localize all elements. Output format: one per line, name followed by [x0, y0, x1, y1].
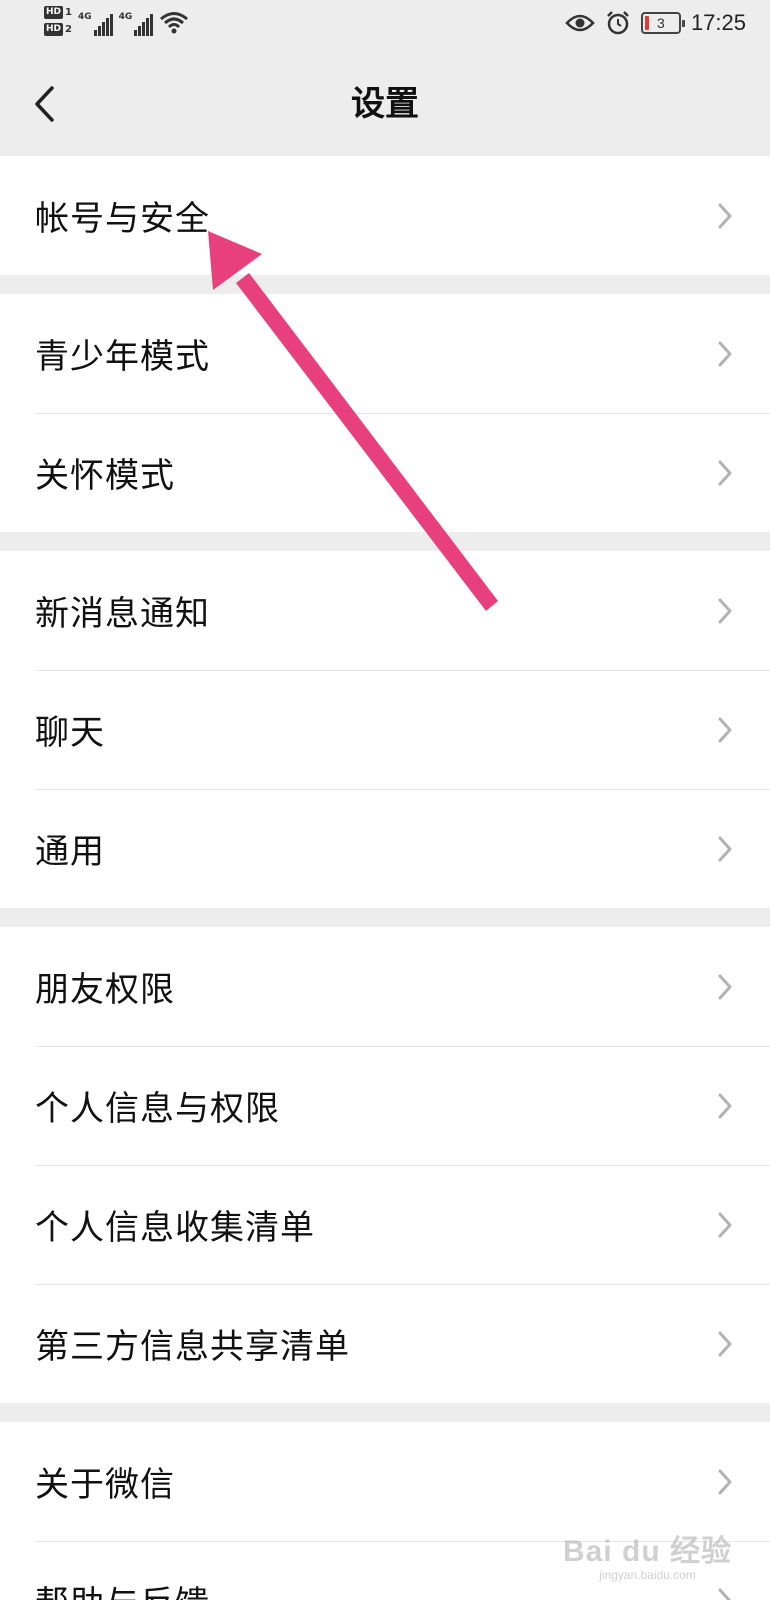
settings-group: 青少年模式 关怀模式 [0, 294, 770, 532]
menu-item-general[interactable]: 通用 [0, 789, 770, 908]
menu-item-about-wechat[interactable]: 关于微信 [0, 1422, 770, 1541]
menu-item-care-mode[interactable]: 关怀模式 [0, 413, 770, 532]
menu-item-label: 朋友权限 [35, 970, 175, 1010]
menu-item-label: 个人信息与权限 [35, 1089, 280, 1129]
status-bar: HD 1 HD 2 4G 4G 3 17:25 [0, 0, 770, 52]
menu-item-youth-mode[interactable]: 青少年模式 [0, 294, 770, 413]
hd-badge-sim2: HD 2 [44, 23, 72, 36]
network-type: 4G [118, 12, 133, 22]
eye-icon [565, 14, 595, 32]
menu-item-notifications[interactable]: 新消息通知 [0, 551, 770, 670]
chevron-right-icon [718, 460, 732, 485]
battery-level: 3 [657, 15, 665, 31]
status-left: HD 1 HD 2 4G 4G [44, 6, 189, 38]
signal-icon: 4G [78, 6, 113, 36]
settings-group: 帐号与安全 [0, 156, 770, 275]
sim-number: 2 [65, 24, 72, 35]
chevron-right-icon [718, 717, 732, 742]
menu-item-chat[interactable]: 聊天 [0, 670, 770, 789]
sim-number: 1 [65, 7, 72, 18]
menu-item-friend-permissions[interactable]: 朋友权限 [0, 927, 770, 1046]
menu-item-label: 个人信息收集清单 [35, 1208, 315, 1248]
hd-label: HD [44, 6, 64, 19]
navigation-bar: 设置 [0, 52, 770, 156]
hd-indicators: HD 1 HD 2 [44, 6, 72, 36]
watermark: Bai du 经验 jingyan.baidu.com [563, 1526, 732, 1582]
menu-item-label: 帮助与反馈 [35, 1576, 210, 1600]
chevron-right-icon [718, 1588, 732, 1600]
page-title: 设置 [351, 84, 419, 124]
signal-icon: 4G [119, 6, 154, 36]
menu-item-third-party-sharing[interactable]: 第三方信息共享清单 [0, 1284, 770, 1403]
settings-group: 朋友权限 个人信息与权限 个人信息收集清单 第三方信息共享清单 [0, 927, 770, 1403]
menu-item-personal-info-collection[interactable]: 个人信息收集清单 [0, 1165, 770, 1284]
chevron-right-icon [718, 836, 732, 861]
settings-group: 新消息通知 聊天 通用 [0, 551, 770, 908]
menu-item-label: 青少年模式 [35, 337, 210, 377]
menu-item-label: 关怀模式 [35, 456, 175, 496]
menu-item-label: 新消息通知 [35, 594, 210, 634]
menu-item-label: 聊天 [35, 713, 105, 753]
chevron-right-icon [718, 974, 732, 999]
alarm-icon [607, 11, 629, 35]
wifi-icon [160, 12, 189, 34]
watermark-url: jingyan.baidu.com [599, 1568, 696, 1582]
menu-item-label: 通用 [35, 832, 105, 872]
menu-item-account-security[interactable]: 帐号与安全 [0, 156, 770, 275]
menu-item-label: 关于微信 [35, 1465, 175, 1505]
status-right: 3 17:25 [565, 10, 746, 36]
network-type: 4G [77, 12, 92, 22]
chevron-right-icon [718, 1093, 732, 1118]
chevron-right-icon [718, 341, 732, 366]
settings-menu: 帐号与安全 青少年模式 关怀模式 新消息通知 聊天 通用 朋友权限 个人信息与权… [0, 156, 770, 1600]
watermark-logo: Bai du 经验 [562, 1535, 732, 1568]
clock: 17:25 [690, 10, 746, 35]
chevron-right-icon [718, 598, 732, 623]
menu-item-label: 帐号与安全 [35, 199, 210, 239]
menu-item-personal-info-permissions[interactable]: 个人信息与权限 [0, 1046, 770, 1165]
chevron-right-icon [718, 1331, 732, 1356]
hd-label: HD [44, 23, 64, 36]
chevron-right-icon [718, 203, 732, 228]
hd-badge-sim1: HD 1 [44, 6, 72, 19]
battery-icon: 3 [640, 12, 685, 34]
menu-item-label: 第三方信息共享清单 [35, 1327, 350, 1367]
chevron-right-icon [718, 1212, 732, 1237]
chevron-right-icon [718, 1469, 732, 1494]
